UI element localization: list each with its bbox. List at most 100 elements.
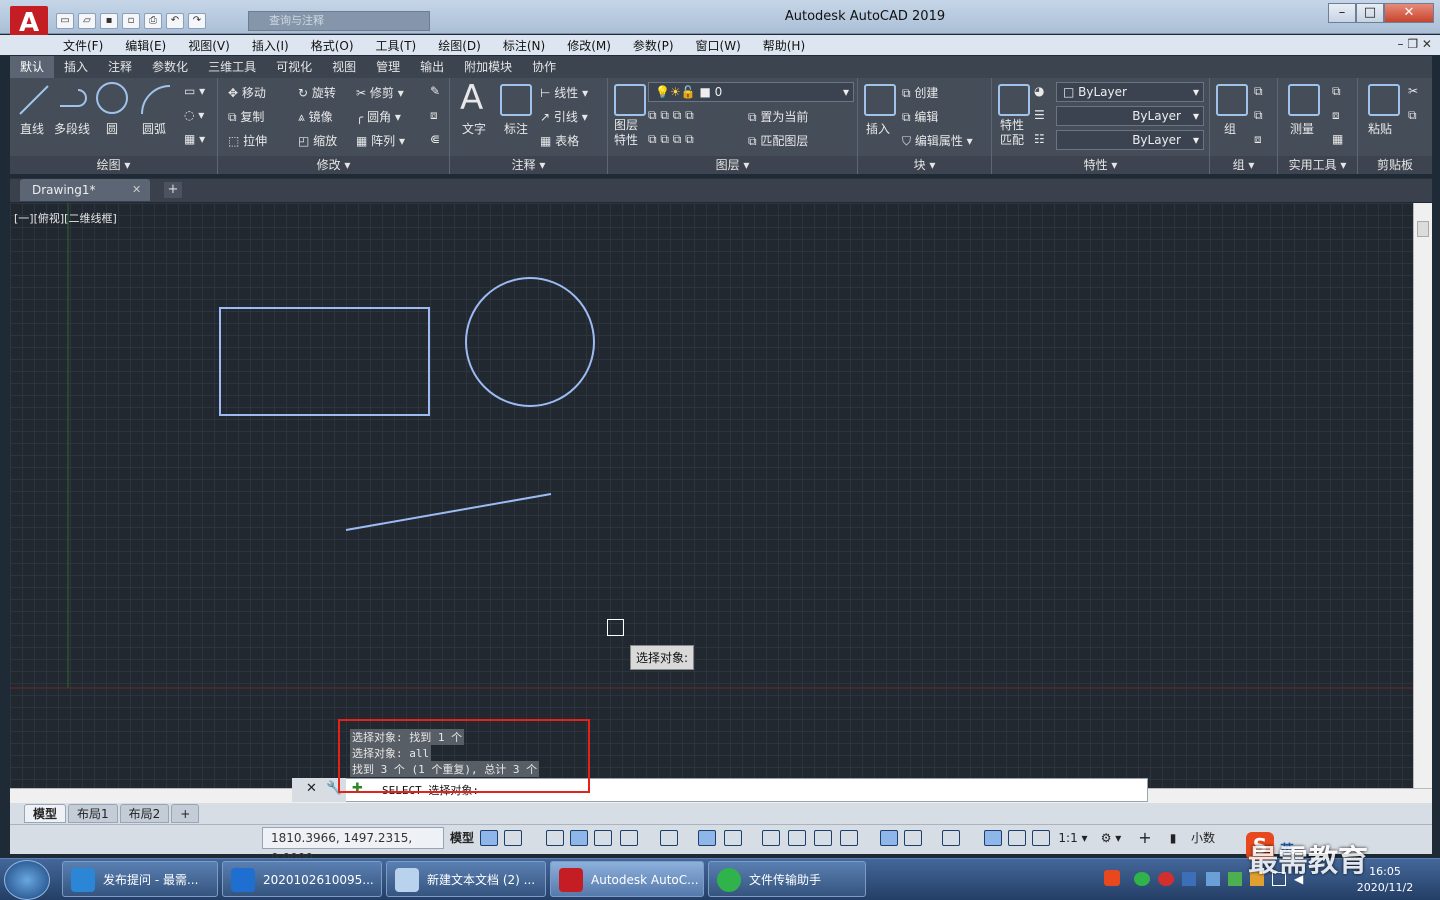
block-panel-title[interactable]: 块 ▾	[858, 156, 991, 174]
arc-button[interactable]: 圆弧	[142, 120, 166, 137]
system-clock[interactable]: 16:05 2020/11/2	[1350, 864, 1420, 896]
array-button[interactable]: ▦ 阵列 ▾	[356, 132, 405, 149]
3d-osnap-icon[interactable]	[840, 830, 858, 846]
tab-default[interactable]: 默认	[10, 56, 55, 78]
document-tab[interactable]: Drawing1*	[20, 179, 150, 201]
network-tray-icon[interactable]	[1206, 872, 1220, 886]
group-select-icon[interactable]: ⧈	[1254, 132, 1262, 147]
paste-button[interactable]: 粘贴	[1368, 120, 1392, 137]
menu-edit[interactable]: 编辑(E)	[114, 37, 177, 54]
save-icon[interactable]: ▪	[100, 13, 118, 29]
undo-icon[interactable]: ↶	[166, 13, 184, 29]
move-button[interactable]: ✥ 移动	[228, 84, 266, 101]
save-as-icon[interactable]: ▫	[122, 13, 140, 29]
infer-constraints-icon[interactable]	[546, 830, 564, 846]
close-command-icon[interactable]: ✕	[306, 781, 317, 796]
menu-format[interactable]: 格式(O)	[300, 37, 365, 54]
tab-layout2[interactable]: 布局2	[119, 804, 170, 823]
lineweight-dropdown[interactable]: ByLayer ▾	[1056, 106, 1204, 126]
security-tray-icon[interactable]	[1182, 872, 1196, 886]
snap-icon[interactable]	[504, 830, 522, 846]
isometric-icon[interactable]	[660, 830, 678, 846]
layer-dropdown[interactable]: 💡☀🔓 ■ 0 ▾	[648, 82, 854, 102]
menu-file[interactable]: 文件(F)	[52, 37, 114, 54]
set-current-button[interactable]: ⧉ 置为当前	[748, 108, 808, 125]
boundary-icon[interactable]: ▦ ▾	[184, 132, 205, 146]
scale-button[interactable]: ◰ 缩放	[298, 132, 337, 149]
polar-tracking-icon[interactable]	[620, 830, 638, 846]
explode-icon[interactable]: ⧈	[430, 108, 438, 123]
text-button[interactable]: 文字	[462, 120, 486, 137]
rectangle-entity[interactable]	[219, 307, 430, 416]
close-button[interactable]: ✕	[1384, 3, 1434, 23]
edit-block-button[interactable]: ⧉ 编辑	[902, 108, 938, 125]
workspace-gear-icon[interactable]: ⚙ ▾	[1096, 829, 1126, 847]
maximize-button[interactable]: □	[1356, 3, 1384, 23]
transparency-icon[interactable]	[788, 830, 806, 846]
menu-view[interactable]: 视图(V)	[177, 37, 241, 54]
tab-model[interactable]: 模型	[24, 804, 67, 823]
utilities-panel-title[interactable]: 实用工具 ▾	[1278, 156, 1357, 174]
properties-panel-title[interactable]: 特性 ▾	[992, 156, 1209, 174]
tab-visualize[interactable]: 可视化	[266, 56, 322, 78]
polyline-icon[interactable]	[58, 84, 90, 116]
group-button[interactable]: 组	[1224, 120, 1236, 137]
line-button[interactable]: 直线	[20, 120, 44, 137]
color-dropdown[interactable]: □ ByLayer ▾	[1056, 82, 1204, 102]
insert-block-button[interactable]: 插入	[866, 120, 890, 137]
dimension-icon[interactable]	[500, 84, 532, 116]
open-file-icon[interactable]: ▱	[78, 13, 96, 29]
ungroup-icon[interactable]: ⧉	[1254, 84, 1263, 99]
leader-button[interactable]: ↗ 引线 ▾	[540, 108, 588, 125]
stretch-button[interactable]: ⬚ 拉伸	[228, 132, 267, 149]
layers-panel-title[interactable]: 图层 ▾	[608, 156, 857, 174]
taskbar-item-notepad[interactable]: 新建文本文档 (2) ...	[386, 861, 546, 897]
sogou-tray-icon[interactable]	[1104, 870, 1120, 886]
match-layer-button[interactable]: ⧉ 匹配图层	[748, 132, 808, 149]
tab-collaborate[interactable]: 协作	[522, 56, 566, 78]
layer-tools-row2[interactable]: ⧉ ⧉ ⧉ ⧉	[648, 132, 694, 147]
circle-icon[interactable]	[96, 82, 128, 114]
print-icon[interactable]: ⎙	[144, 13, 162, 29]
line-icon[interactable]	[18, 84, 50, 116]
nvidia-tray-icon[interactable]	[1228, 872, 1242, 886]
annotation-monitor-icon[interactable]: +	[1136, 829, 1154, 847]
menu-tools[interactable]: 工具(T)	[365, 37, 428, 54]
vertical-scroll-thumb[interactable]	[1417, 221, 1429, 237]
linear-button[interactable]: ⊢ 线性 ▾	[540, 84, 588, 101]
fillet-button[interactable]: ╭ 圆角 ▾	[356, 108, 401, 125]
lineweight-display-icon[interactable]	[762, 830, 780, 846]
taskbar-item-video[interactable]: 2020102610095...	[222, 861, 382, 897]
layer-tools-row1[interactable]: ⧉ ⧉ ⧉ ⧉	[648, 108, 694, 123]
erase-icon[interactable]: ✎	[430, 84, 440, 98]
gizmo-icon[interactable]	[942, 830, 960, 846]
create-block-button[interactable]: ⧉ 创建	[902, 84, 938, 101]
rectangle-icon[interactable]: ▭ ▾	[184, 84, 205, 98]
object-snap-icon[interactable]	[724, 830, 742, 846]
offset-icon[interactable]: ⋐	[430, 132, 440, 146]
selection-cycling-icon[interactable]	[814, 830, 832, 846]
start-button[interactable]	[4, 860, 50, 900]
match-properties-button[interactable]: 特性 匹配	[1000, 118, 1024, 148]
ortho-icon[interactable]	[594, 830, 612, 846]
calculator-icon[interactable]: ▦	[1332, 132, 1343, 146]
menu-draw[interactable]: 绘图(D)	[427, 37, 492, 54]
edit-attributes-button[interactable]: ⛉ 编辑属性 ▾	[902, 132, 973, 149]
close-tab-icon[interactable]: ✕	[132, 183, 141, 196]
units-setting[interactable]: 小数	[1186, 829, 1220, 847]
tab-output[interactable]: 输出	[410, 56, 454, 78]
selection-filter-icon[interactable]	[904, 830, 922, 846]
annotation-scale-dropdown[interactable]: 1:1 ▾	[1056, 829, 1090, 847]
add-layout-button[interactable]: +	[171, 804, 200, 823]
linetype-dropdown[interactable]: ByLayer ▾	[1056, 130, 1204, 150]
select-all-icon[interactable]: ⧈	[1332, 108, 1340, 123]
group-icon[interactable]	[1216, 84, 1248, 116]
menu-dimension[interactable]: 标注(N)	[492, 37, 556, 54]
drawing-canvas[interactable]	[10, 203, 1413, 788]
rotate-button[interactable]: ↻ 旋转	[298, 84, 336, 101]
circle-entity[interactable]	[465, 277, 595, 407]
group-edit-icon[interactable]: ⧉	[1254, 108, 1263, 123]
object-snap-tracking-icon[interactable]	[698, 830, 716, 846]
tab-view[interactable]: 视图	[322, 56, 366, 78]
mirror-button[interactable]: ⩓ 镜像	[298, 108, 333, 125]
